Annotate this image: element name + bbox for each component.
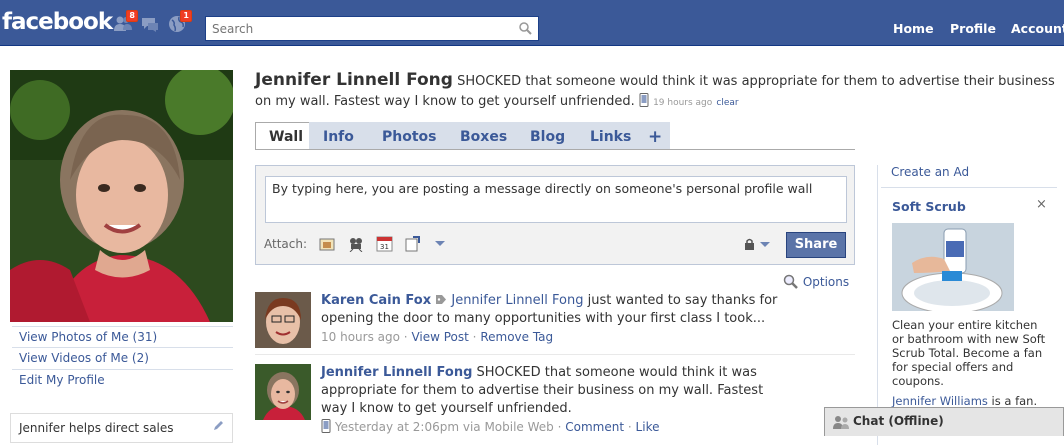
magnifier-icon (783, 274, 798, 289)
meta-separator: · (627, 420, 632, 434)
tag-icon (436, 295, 447, 304)
chat-label: Chat (Offline) (853, 414, 944, 428)
nav-profile[interactable]: Profile (950, 21, 996, 36)
view-videos-link[interactable]: View Videos of Me (2) (12, 347, 233, 368)
event-attach-icon[interactable]: 31 (376, 236, 394, 252)
meta-separator: · (557, 420, 562, 434)
meta-separator: · (472, 330, 477, 344)
top-bar: facebook 8 1 Home Profile Account (0, 0, 1064, 46)
mobile-icon (639, 93, 649, 107)
story-body: Jennifer Linnell Fong SHOCKED that someo… (321, 364, 771, 436)
meta-separator: · (403, 330, 408, 344)
tab-info[interactable]: Info (309, 122, 368, 150)
messages-jewel[interactable] (140, 14, 160, 34)
profile-header: Jennifer Linnell Fong SHOCKED that someo… (255, 70, 1055, 113)
publisher-textarea[interactable]: By typing here, you are posting a messag… (265, 176, 847, 223)
facebook-logo[interactable]: facebook (2, 9, 113, 35)
tab-links[interactable]: Links (576, 122, 646, 150)
search-icon[interactable] (519, 22, 532, 35)
like-link[interactable]: Like (636, 420, 660, 434)
chat-people-icon (833, 416, 849, 429)
tab-add[interactable]: + (640, 122, 671, 150)
status-clear-link[interactable]: clear (716, 98, 738, 108)
search-input[interactable] (206, 17, 506, 40)
video-attach-icon[interactable] (347, 236, 365, 252)
more-attach-icon[interactable] (434, 240, 446, 248)
story-actor-link[interactable]: Jennifer Linnell Fong (321, 365, 472, 380)
tab-divider (255, 149, 855, 150)
search-box (205, 16, 539, 41)
story-time: Yesterday at 2:06pm via Mobile Web (334, 420, 554, 434)
ad-fan-suffix: is a fan. (987, 394, 1038, 408)
story-target-link[interactable]: Jennifer Linnell Fong (451, 293, 583, 308)
ad-image[interactable] (892, 223, 1014, 311)
story-actor-link[interactable]: Karen Cain Fox (321, 293, 431, 308)
ad-title[interactable]: Soft Scrub (892, 199, 966, 214)
edit-profile-link[interactable]: Edit My Profile (12, 369, 233, 390)
story-meta: 10 hours ago · View Post · Remove Tag (321, 328, 781, 346)
story-time: 10 hours ago (321, 330, 400, 344)
status-time: 19 hours ago (653, 98, 713, 108)
tab-boxes[interactable]: Boxes (446, 122, 522, 150)
view-post-link[interactable]: View Post (411, 330, 468, 344)
karen-avatar (255, 292, 311, 348)
share-button[interactable]: Share (786, 232, 846, 258)
friend-requests-jewel[interactable]: 8 (113, 10, 138, 34)
story-body: Karen Cain Fox Jennifer Linnell Fong jus… (321, 292, 781, 346)
story-divider (255, 354, 855, 355)
attach-label: Attach: (264, 237, 308, 251)
comment-link[interactable]: Comment (565, 420, 624, 434)
about-box: Jennifer helps direct sales (10, 413, 233, 443)
svg-text:31: 31 (380, 243, 389, 251)
profile-name: Jennifer Linnell Fong (255, 70, 453, 90)
messages-icon (142, 18, 158, 32)
view-photos-link[interactable]: View Photos of Me (31) (12, 326, 233, 347)
pencil-icon[interactable] (212, 420, 224, 432)
options-link[interactable]: Options (783, 274, 849, 290)
about-text: Jennifer helps direct sales (19, 421, 174, 435)
ad-text: Clean your entire kitchen or bathroom wi… (892, 318, 1046, 388)
story-meta: Yesterday at 2:06pm via Mobile Web · Com… (321, 418, 771, 436)
notifications-badge: 1 (180, 10, 192, 22)
remove-tag-link[interactable]: Remove Tag (480, 330, 553, 344)
status-line: Jennifer Linnell Fong SHOCKED that someo… (255, 70, 1055, 113)
publisher: By typing here, you are posting a messag… (255, 165, 855, 265)
tab-wall[interactable]: Wall (255, 122, 317, 150)
profile-photo (10, 70, 233, 322)
privacy-lock-icon[interactable] (744, 238, 772, 250)
chat-bar[interactable]: Chat (Offline) (824, 407, 1064, 436)
story-avatar[interactable] (255, 364, 311, 420)
photo-attach-icon[interactable] (319, 236, 337, 252)
nav-account[interactable]: Account (1011, 21, 1064, 36)
ad-fan-name-link[interactable]: Jennifer Williams (892, 394, 988, 408)
options-label: Options (802, 275, 850, 289)
nav-home[interactable]: Home (893, 21, 934, 36)
tab-photos[interactable]: Photos (368, 122, 451, 150)
link-attach-icon[interactable] (404, 236, 422, 252)
friend-requests-badge: 8 (126, 10, 138, 22)
close-icon[interactable]: × (1036, 197, 1047, 212)
mobile-icon (321, 419, 331, 433)
tab-blog[interactable]: Blog (516, 122, 580, 150)
profile-picture[interactable] (10, 70, 233, 322)
ad-fan-line: Jennifer Williams is a fan. (892, 394, 1062, 408)
create-ad-link[interactable]: Create an Ad (891, 165, 969, 179)
story-avatar[interactable] (255, 292, 311, 348)
right-column: Create an Ad Soft Scrub × Clean your ent… (877, 165, 1064, 445)
jennifer-avatar (255, 364, 311, 420)
ad-box: Soft Scrub × Clean your entire kitchen o… (881, 187, 1057, 408)
notifications-jewel[interactable]: 1 (167, 10, 192, 34)
